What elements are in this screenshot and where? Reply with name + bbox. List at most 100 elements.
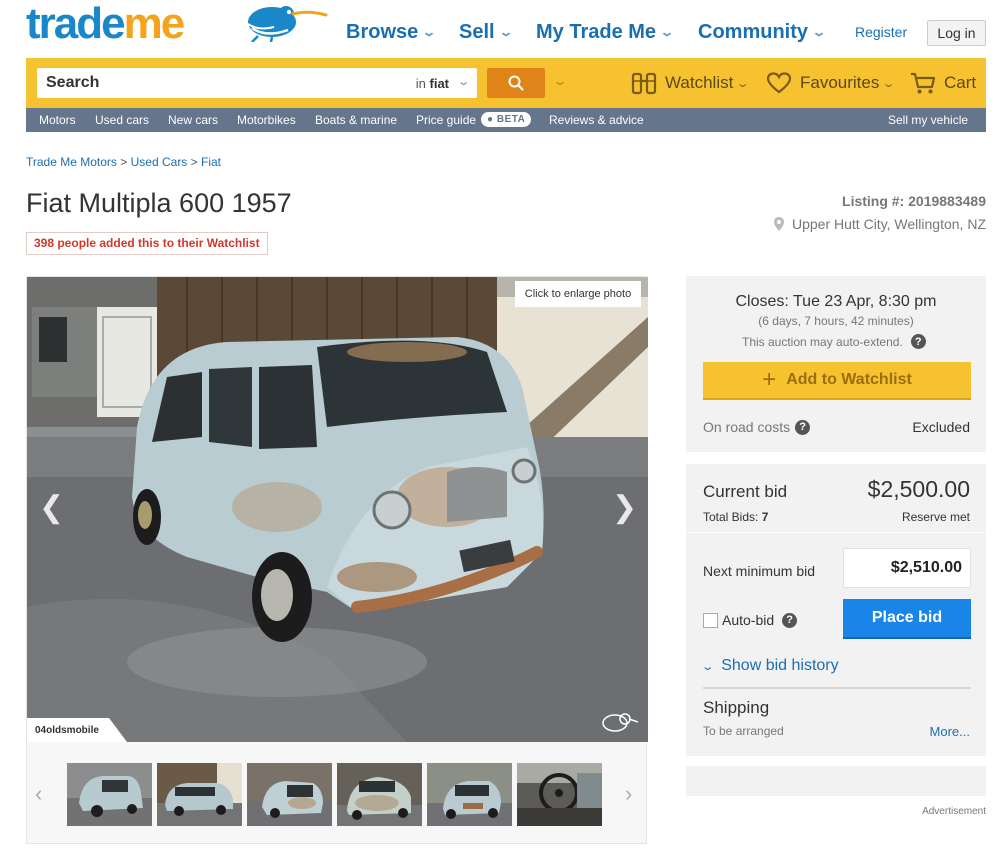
nav-sell[interactable]: Sell ⌄ (459, 19, 514, 45)
chevron-down-icon: ⌄ (498, 25, 514, 39)
chevron-down-icon: ⌄ (659, 25, 675, 39)
nav-community-label: Community (698, 20, 808, 43)
subnav-reviews-advice[interactable]: Reviews & advice (549, 113, 644, 127)
watchlist-label: Watchlist (665, 73, 734, 92)
subnav-motorbikes[interactable]: Motorbikes (237, 113, 296, 127)
ad-placeholder (686, 766, 986, 796)
enlarge-photo-button[interactable]: Click to enlarge photo (515, 281, 641, 307)
search-scope-prefix: in (415, 76, 426, 91)
thumbnail[interactable] (337, 763, 422, 826)
thumbnail[interactable] (67, 763, 152, 826)
logo-me: me (123, 0, 186, 48)
logo-trade: trade (26, 0, 126, 48)
subnav-price-guide[interactable]: Price guide (416, 113, 476, 127)
auto-bid-option: Auto-bid ? (703, 612, 798, 628)
subnav-motors[interactable]: Motors (39, 113, 76, 127)
thumbnail-image (427, 763, 512, 826)
chevron-down-icon: ⌄ (736, 77, 750, 90)
location-text: Upper Hutt City, Wellington, NZ (792, 216, 986, 232)
watermark-kiwi-icon (602, 713, 639, 732)
reserve-status: Reserve met (901, 510, 970, 524)
login-button[interactable]: Log in (927, 20, 986, 46)
cart-link[interactable]: Cart (910, 70, 976, 96)
subnav-sell-my-vehicle[interactable]: Sell my vehicle (888, 113, 968, 127)
subnav-used-cars[interactable]: Used cars (95, 113, 149, 127)
thumbnails-next-arrow-icon[interactable]: › (625, 781, 632, 807)
watchlist-link[interactable]: Watchlist ⌄ (631, 70, 750, 96)
nav-sell-label: Sell (459, 20, 495, 43)
breadcrumb-motors[interactable]: Trade Me Motors (26, 155, 117, 169)
trademe-logo[interactable]: trade me (26, 0, 186, 48)
listing-location: Upper Hutt City, Wellington, NZ (774, 216, 986, 232)
nav-browse[interactable]: Browse ⌄ (346, 19, 437, 45)
bid-amount-input[interactable]: $2,510.00 (843, 548, 971, 588)
thumbnail[interactable] (157, 763, 242, 826)
search-bar: Search in fiat ⌄ ⌄ Watchlist ⌄ Favourites… (26, 58, 986, 108)
map-pin-icon (774, 217, 784, 231)
nav-community[interactable]: Community ⌄ (698, 19, 827, 45)
thumbnail[interactable] (517, 763, 602, 826)
auction-panel: Closes: Tue 23 Apr, 8:30 pm (6 days, 7 h… (686, 276, 986, 452)
thumbnail-image (517, 763, 602, 826)
subnav-new-cars[interactable]: New cars (168, 113, 218, 127)
on-road-costs-value: Excluded (912, 419, 970, 435)
nav-browse-label: Browse (346, 20, 419, 43)
favourites-link[interactable]: Favourites ⌄ (766, 70, 896, 96)
divider (686, 532, 986, 533)
next-photo-arrow-icon[interactable]: ❯ (612, 490, 637, 525)
main-photo[interactable]: Click to enlarge photo 04oldsmobile ❮ ❯ (27, 277, 648, 742)
kiwi-bird-icon (247, 6, 328, 42)
listing-title: Fiat Multipla 600 1957 (26, 188, 292, 218)
breadcrumb-fiat[interactable]: Fiat (201, 155, 221, 169)
nav-my-trade-me[interactable]: My Trade Me ⌄ (536, 19, 675, 45)
breadcrumb-used-cars[interactable]: Used Cars (131, 155, 188, 169)
shipping-more-link[interactable]: More... (930, 724, 970, 739)
add-to-watchlist-label: Add to Watchlist (786, 371, 912, 388)
help-icon[interactable]: ? (910, 334, 926, 349)
total-bids: Total Bids: 7 (703, 510, 768, 524)
auto-extend-text: This auction may auto-extend. (742, 334, 903, 349)
auto-extend-note: This auction may auto-extend. ? (742, 334, 926, 349)
thumbnails-prev-arrow-icon[interactable]: ‹ (35, 781, 42, 807)
on-road-costs: On road costs ? (703, 419, 811, 435)
shipping-heading: Shipping (703, 698, 770, 717)
thumbnail-image (247, 763, 332, 826)
show-bid-history-link[interactable]: ⌄ Show bid history (701, 657, 839, 675)
binoculars-icon (631, 71, 657, 95)
total-bids-count: 7 (761, 510, 769, 524)
place-bid-button[interactable]: Place bid (843, 599, 971, 639)
shipping-value: To be arranged (703, 724, 784, 738)
breadcrumb: Trade Me Motors > Used Cars > Fiat (26, 155, 221, 169)
show-bid-history-label: Show bid history (721, 657, 839, 674)
site-header: trade me Browse ⌄ Sell ⌄ My Trade Me ⌄ Commu… (0, 0, 1008, 58)
search-options-chevron-icon[interactable]: ⌄ (552, 74, 567, 88)
subnav-boats-marine[interactable]: Boats & marine (315, 113, 397, 127)
current-bid-label: Current bid (703, 482, 788, 501)
photo-gallery: Click to enlarge photo 04oldsmobile ❮ ❯ … (26, 276, 648, 845)
nav-my-trade-me-label: My Trade Me (536, 20, 657, 43)
auto-bid-checkbox[interactable] (703, 612, 718, 628)
chevron-down-icon: ⌄ (882, 77, 896, 90)
advertisement-label: Advertisement (922, 806, 986, 817)
thumbnail-strip: ‹ › (27, 742, 648, 845)
thumbnail-image (67, 763, 152, 826)
closing-time: Closes: Tue 23 Apr, 8:30 pm (735, 293, 937, 310)
chevron-down-icon[interactable]: ⌄ (456, 75, 470, 88)
car-photo-image (27, 277, 648, 742)
search-input[interactable]: Search in fiat ⌄ (37, 68, 477, 98)
search-scope-select[interactable]: in fiat (416, 76, 449, 91)
thumbnail[interactable] (427, 763, 512, 826)
add-to-watchlist-button[interactable]: + Add to Watchlist (703, 362, 971, 400)
help-icon[interactable]: ? (782, 612, 798, 628)
auto-bid-label[interactable]: Auto-bid (722, 612, 774, 628)
total-bids-label: Total Bids: (703, 510, 759, 524)
time-remaining: (6 days, 7 hours, 42 minutes) (758, 314, 914, 328)
thumbnail[interactable] (247, 763, 332, 826)
prev-photo-arrow-icon[interactable]: ❮ (39, 490, 64, 525)
cart-icon (910, 71, 936, 95)
help-icon[interactable]: ? (795, 419, 811, 435)
register-link[interactable]: Register (855, 24, 907, 40)
heart-icon (766, 71, 792, 95)
search-button[interactable] (487, 68, 545, 98)
next-minimum-bid-label: Next minimum bid (703, 563, 816, 579)
